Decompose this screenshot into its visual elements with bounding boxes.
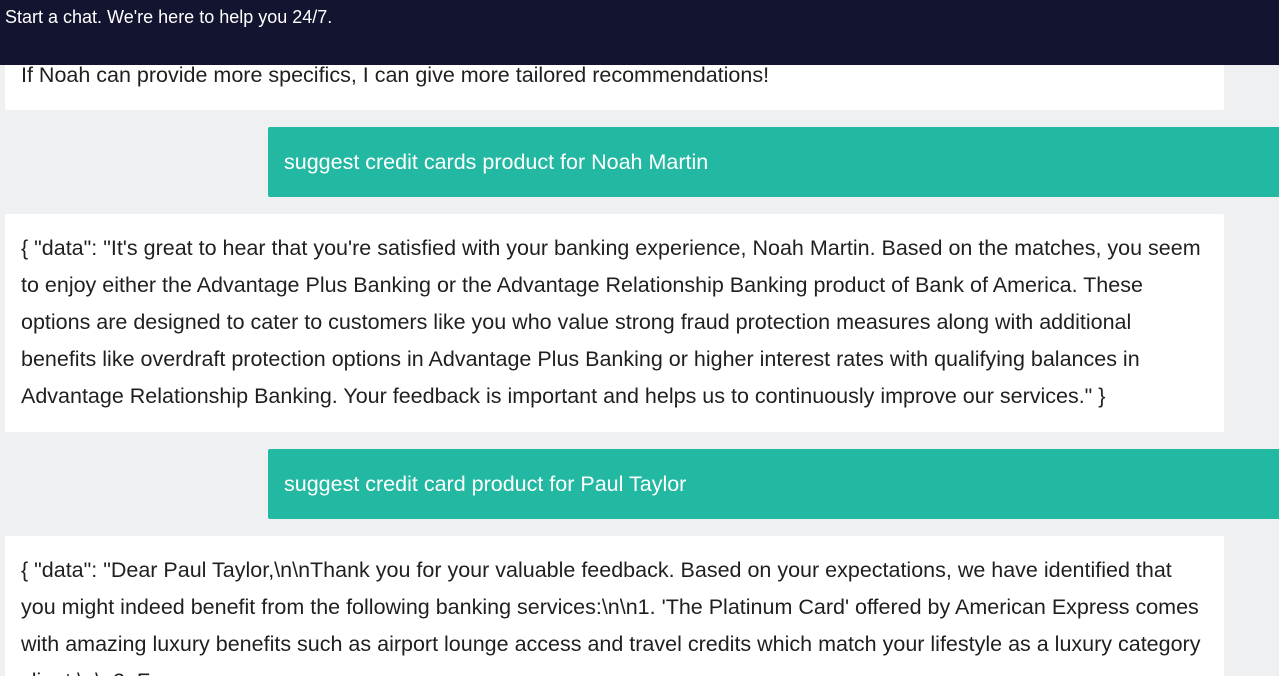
bot-message-text: { "data": "Dear Paul Taylor,\n\nThank yo…: [21, 558, 1201, 676]
user-message-text: suggest credit card product for Paul Tay…: [284, 472, 687, 496]
chat-header: Start a chat. We're here to help you 24/…: [0, 0, 1279, 65]
user-message: suggest credit card product for Paul Tay…: [268, 449, 1279, 519]
user-message: suggest credit cards product for Noah Ma…: [268, 127, 1279, 197]
bot-message: { "data": "Dear Paul Taylor,\n\nThank yo…: [5, 536, 1224, 676]
user-message-text: suggest credit cards product for Noah Ma…: [284, 150, 709, 174]
bot-message-text: { "data": "It's great to hear that you'r…: [21, 236, 1201, 408]
chat-transcript[interactable]: If Noah can provide more specifics, I ca…: [0, 0, 1279, 676]
bot-message: { "data": "It's great to hear that you'r…: [5, 214, 1224, 432]
chat-header-title: Start a chat. We're here to help you 24/…: [5, 7, 333, 27]
